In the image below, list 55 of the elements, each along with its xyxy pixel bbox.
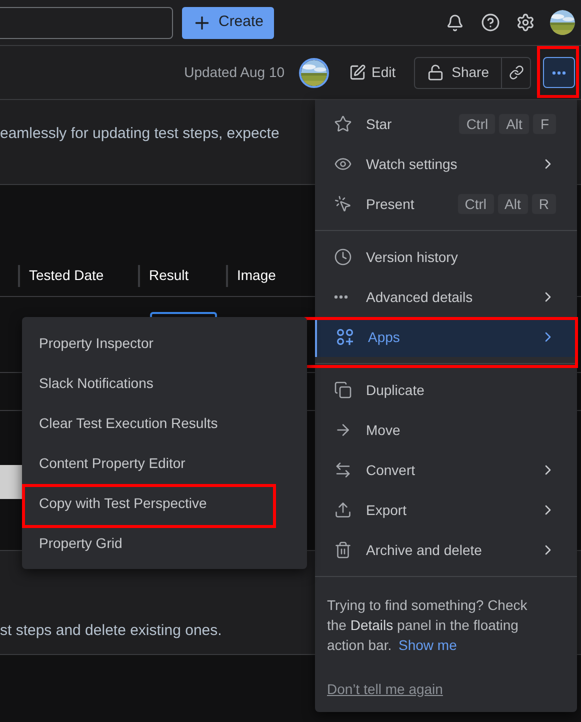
column-header: Result bbox=[149, 266, 189, 285]
apps-icon bbox=[336, 328, 354, 346]
menu-item[interactable]: Apps bbox=[315, 317, 577, 357]
menu-item[interactable]: Content Property Editor bbox=[22, 443, 307, 483]
ellipsis-icon bbox=[334, 295, 348, 299]
column-header: Tested Date bbox=[29, 266, 104, 285]
edit-icon bbox=[348, 64, 366, 81]
pointer-icon bbox=[334, 195, 352, 213]
menu-item[interactable]: Duplicate bbox=[315, 370, 577, 410]
menu-item[interactable]: Move bbox=[315, 410, 577, 450]
notifications-icon[interactable] bbox=[446, 14, 464, 32]
shortcut-key: R bbox=[532, 194, 556, 214]
shortcut-key: Alt bbox=[498, 194, 528, 214]
show-me-link[interactable]: Show me bbox=[398, 637, 457, 653]
create-button[interactable]: Create bbox=[182, 6, 274, 38]
menu-item[interactable]: Copy with Test Perspective bbox=[22, 483, 307, 523]
dismiss-link[interactable]: Don’t tell me again bbox=[327, 679, 549, 699]
menu-item[interactable]: Present Ctrl Alt R bbox=[315, 184, 577, 224]
menu-item[interactable]: Version history bbox=[315, 237, 577, 277]
shortcut-key: F bbox=[533, 114, 556, 134]
menu-item[interactable]: Watch settings bbox=[315, 144, 577, 184]
lock-icon bbox=[426, 64, 444, 81]
search-field[interactable] bbox=[0, 6, 173, 38]
shortcut-key: Alt bbox=[499, 114, 530, 134]
eye-icon bbox=[334, 155, 352, 173]
clock-icon bbox=[334, 248, 352, 266]
link-icon bbox=[508, 65, 524, 80]
row-highlight bbox=[0, 465, 22, 499]
menu-item[interactable]: Slack Notifications bbox=[22, 363, 307, 403]
menu-item[interactable]: Star Ctrl Alt F bbox=[315, 104, 577, 144]
column-header: Image bbox=[237, 266, 276, 285]
menu-item[interactable]: Archive and delete bbox=[315, 530, 577, 570]
description-text: st steps and delete existing ones. bbox=[0, 622, 222, 639]
edit-button[interactable]: Edit bbox=[348, 62, 396, 83]
menu-item[interactable]: Property Inspector bbox=[22, 323, 307, 363]
menu-item[interactable]: Export bbox=[315, 490, 577, 530]
tip-text: Trying to find something? Check the Details panel in the floating action bar. Show me bbox=[327, 596, 528, 655]
star-icon bbox=[334, 115, 352, 133]
trash-icon bbox=[334, 541, 352, 559]
swap-icon bbox=[334, 461, 352, 479]
more-button[interactable] bbox=[543, 57, 575, 88]
arrow-icon bbox=[334, 421, 352, 439]
settings-icon[interactable] bbox=[516, 13, 535, 32]
ellipsis-icon bbox=[552, 70, 566, 74]
menu-item[interactable]: Advanced details bbox=[315, 277, 577, 317]
updated-label: Updated Aug 10 bbox=[184, 63, 285, 82]
menu-item[interactable]: Convert bbox=[315, 450, 577, 490]
upload-icon bbox=[334, 501, 352, 519]
menu-item[interactable]: Property Grid bbox=[22, 523, 307, 563]
copy-icon bbox=[334, 381, 352, 399]
description-text: eamlessly for updating test steps, expecte bbox=[0, 125, 280, 142]
shortcut-key: Ctrl bbox=[459, 114, 496, 134]
help-icon[interactable] bbox=[481, 13, 500, 32]
shortcut-key: Ctrl bbox=[458, 194, 494, 214]
menu-item[interactable]: Clear Test Execution Results bbox=[22, 403, 307, 443]
